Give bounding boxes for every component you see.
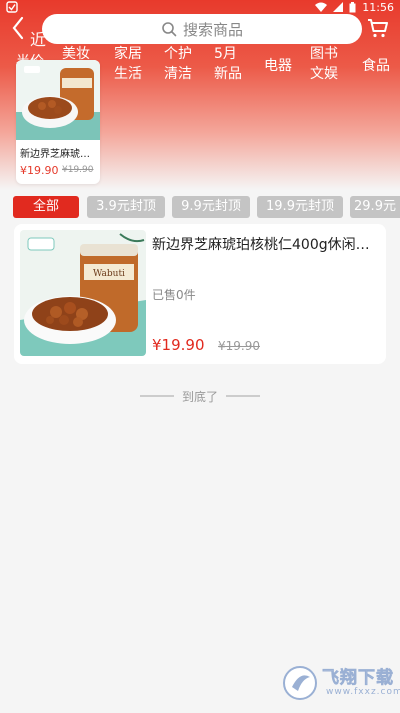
tab-label: 新品 — [214, 66, 242, 82]
wifi-icon — [315, 2, 328, 12]
watermark-brand: 飞翔下载 — [322, 668, 394, 689]
tab-label: 生活 — [114, 66, 142, 82]
status-time: 11:56 — [362, 0, 394, 14]
status-bar: 11:56 — [0, 0, 400, 14]
tab-label: 家居 — [114, 46, 142, 62]
featured-product-original-price: ¥19.90 — [62, 165, 94, 175]
tab-food[interactable]: 食品 — [362, 56, 390, 76]
end-of-list-text: 到底了 — [181, 389, 218, 404]
filter-chip-all[interactable]: 全部 — [13, 196, 79, 218]
tab-label: 文娱 — [310, 66, 338, 82]
tab-label: 个护 — [164, 46, 192, 62]
price-filter-bar: 全部 3.9元封顶 9.9元封顶 19.9元封顶 29.9元 — [0, 196, 400, 218]
tab-label: 食品 — [362, 58, 390, 74]
tab-may-new[interactable]: 5月 新品 — [214, 44, 242, 84]
product-price: ¥19.90 — [152, 336, 205, 354]
top-bar: 搜索商品 — [0, 14, 400, 44]
divider — [226, 395, 260, 397]
end-of-list: 到底了 — [0, 386, 400, 406]
featured-product-name: 新边界芝麻琥珀… — [20, 149, 98, 160]
product-card[interactable]: Wabuti 新边界芝麻琥珀核桃仁400g休闲… 已售0件 ¥19.90 ¥19… — [14, 224, 386, 364]
product-sold-count: 已售0件 — [152, 288, 196, 302]
search-input[interactable]: 搜索商品 — [42, 14, 362, 44]
tab-home[interactable]: 家居 生活 — [114, 44, 142, 84]
back-icon[interactable] — [10, 16, 28, 40]
product-original-price: ¥19.90 — [218, 339, 260, 353]
watermark-logo-icon — [283, 666, 317, 700]
product-image: Wabuti — [20, 230, 146, 356]
search-placeholder: 搜索商品 — [182, 20, 243, 39]
cart-icon[interactable] — [366, 16, 390, 40]
battery-icon — [349, 1, 356, 12]
tab-label: 5月 — [214, 46, 237, 62]
product-image — [16, 60, 100, 140]
jar-label: Wabuti — [93, 269, 125, 279]
tab-personal-care[interactable]: 个护 清洁 — [164, 44, 192, 84]
notification-icon — [6, 1, 18, 13]
filter-chip-3-9[interactable]: 3.9元封顶 — [87, 196, 165, 218]
tab-electronics[interactable]: 电器 — [264, 56, 292, 76]
tab-label: 电器 — [264, 58, 292, 74]
filter-chip-9-9[interactable]: 9.9元封顶 — [172, 196, 250, 218]
watermark: 飞翔下载 www.fxxz.com — [282, 661, 400, 705]
tab-label: 清洁 — [164, 66, 192, 82]
watermark-url: www.fxxz.com — [326, 687, 400, 697]
divider — [139, 395, 174, 397]
tab-label: 图书 — [310, 46, 338, 62]
search-icon — [162, 22, 177, 37]
filter-chip-29-9[interactable]: 29.9元 — [350, 196, 400, 218]
signal-icon — [333, 2, 344, 12]
filter-chip-19-9[interactable]: 19.9元封顶 — [257, 196, 343, 218]
tab-books[interactable]: 图书 文娱 — [310, 44, 338, 84]
featured-product-card[interactable]: 新边界芝麻琥珀… ¥19.90 ¥19.90 — [16, 60, 100, 184]
product-title: 新边界芝麻琥珀核桃仁400g休闲… — [152, 237, 370, 253]
category-partial-title: 近 — [30, 30, 47, 49]
featured-product-price: ¥19.90 — [20, 164, 59, 177]
